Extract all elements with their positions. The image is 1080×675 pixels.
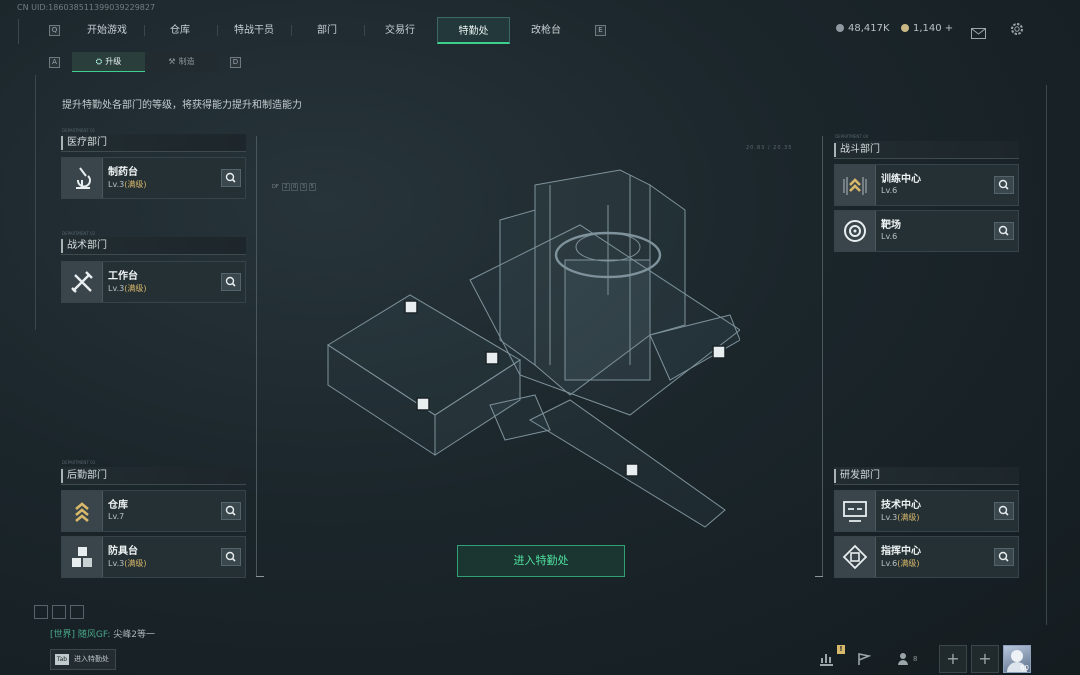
flag-icon[interactable] <box>857 651 872 670</box>
avatar-level: 60 <box>1020 664 1029 672</box>
search-icon[interactable] <box>221 273 241 291</box>
uid-text: CN UID:186038511399039229827 <box>17 3 156 12</box>
facility-card-warehouse[interactable]: 仓库 Lv.7 <box>61 490 246 532</box>
boxes-icon <box>62 537 103 577</box>
page-description: 提升特勤处各部门的等级，将获得能力提升和制造能力 <box>62 100 302 111</box>
tab-special-ops[interactable]: 特勤处 <box>437 17 510 44</box>
facility-level: Lv.6 <box>881 232 898 241</box>
upgrade-icon: ⛭ <box>95 57 103 66</box>
top-nav: Q 开始游戏 仓库 特战干员 部门 交易行 特勤处 改枪台 E <box>48 17 612 44</box>
frame-corner <box>815 576 823 577</box>
view-toggle-icons <box>34 604 84 623</box>
search-icon[interactable] <box>221 502 241 520</box>
player-avatar[interactable]: 60 <box>1003 645 1031 673</box>
gold-coin-icon <box>901 24 909 32</box>
hq-building-hologram <box>327 169 740 528</box>
facility-name: 防具台 <box>108 546 138 557</box>
tab-department[interactable]: 部门 <box>292 17 362 44</box>
facility-level: Lv.6 <box>881 186 898 195</box>
facility-card-workbench[interactable]: 工作台 Lv.3(满级) <box>61 261 246 303</box>
facility-level: Lv.3(满级) <box>108 180 147 189</box>
silver-currency[interactable]: 48,417K <box>836 23 890 34</box>
frame-line <box>35 75 36 330</box>
world-chat-line[interactable]: [世界] 随风GF: 尖峰2等一 <box>50 627 155 640</box>
craft-icon: ⚒ <box>168 57 176 66</box>
notification-badge: ! <box>837 645 845 654</box>
search-icon[interactable] <box>221 548 241 566</box>
tab-key: Tab <box>55 654 69 665</box>
microscope-icon <box>62 158 103 198</box>
settings-gear-icon[interactable] <box>1009 21 1025 41</box>
search-icon[interactable] <box>994 502 1014 520</box>
section-title-research: 研发部门 <box>834 467 1019 485</box>
facility-name: 工作台 <box>108 271 138 282</box>
facility-name: 靶场 <box>881 220 901 231</box>
facility-level: Lv.3(满级) <box>108 559 147 568</box>
silver-coin-icon <box>836 24 844 32</box>
tab-gunsmith[interactable]: 改枪台 <box>511 17 581 44</box>
facility-name: 制药台 <box>108 167 138 178</box>
key-hint-a: A <box>49 57 60 68</box>
circuit-board-icon <box>835 491 876 531</box>
facility-name: 指挥中心 <box>881 546 921 557</box>
search-icon[interactable] <box>994 222 1014 240</box>
facility-level: Lv.6(满级) <box>881 559 920 568</box>
frame-line <box>256 136 257 576</box>
section-title-combat: 战斗部门 <box>834 141 1019 159</box>
facility-level: Lv.3(满级) <box>881 513 920 522</box>
section-tag: DEPARTMENT 02 <box>62 231 96 236</box>
section-tag: DEPARTMENT 01 <box>62 128 96 133</box>
coords-readout: 20.83 / 20.35 <box>746 145 793 151</box>
tab-trading[interactable]: 交易行 <box>365 17 435 44</box>
frame-corner <box>256 576 264 577</box>
rank-wings-icon <box>835 165 876 205</box>
rank-chevron-icon <box>62 491 103 531</box>
facility-card-training-center[interactable]: 训练中心 Lv.6 <box>834 164 1019 206</box>
facility-name: 仓库 <box>108 500 128 511</box>
subtab-upgrade[interactable]: ⛭ 升级 <box>72 52 145 72</box>
facility-level: Lv.3(满级) <box>108 284 147 293</box>
tab-operators[interactable]: 特战干员 <box>218 17 290 44</box>
tab-warehouse[interactable]: 仓库 <box>145 17 215 44</box>
section-tag: DEPARTMENT 04 <box>835 134 869 139</box>
add-slot-button[interactable]: + <box>939 645 967 673</box>
friends-count: 8 <box>913 655 918 663</box>
frame-line <box>1046 85 1047 625</box>
add-slot-button[interactable]: + <box>971 645 999 673</box>
frame-line <box>18 19 19 44</box>
search-icon[interactable] <box>994 176 1014 194</box>
facility-card-armor-bench[interactable]: 防具台 Lv.3(满级) <box>61 536 246 578</box>
facility-card-shooting-range[interactable]: 靶场 Lv.6 <box>834 210 1019 252</box>
stats-chart-icon[interactable] <box>818 650 834 670</box>
section-title-logistics: 后勤部门 <box>61 467 246 485</box>
subtab-craft[interactable]: ⚒ 制造 <box>145 52 218 72</box>
facility-card-tech-center[interactable]: 技术中心 Lv.3(满级) <box>834 490 1019 532</box>
friends-icon[interactable] <box>897 651 911 670</box>
facility-card-pharmacy[interactable]: 制药台 Lv.3(满级) <box>61 157 246 199</box>
search-icon[interactable] <box>221 169 241 187</box>
search-icon[interactable] <box>994 548 1014 566</box>
gold-currency[interactable]: 1,140 + <box>901 23 953 34</box>
tab-start-game[interactable]: 开始游戏 <box>72 17 142 44</box>
df-readout: DF 2 0 3 5 <box>272 183 316 191</box>
facility-name: 训练中心 <box>881 174 921 185</box>
target-icon <box>835 211 876 251</box>
facility-card-command-center[interactable]: 指挥中心 Lv.6(满级) <box>834 536 1019 578</box>
tools-icon <box>62 262 103 302</box>
chip-icon <box>835 537 876 577</box>
enter-special-ops-button[interactable]: 进入特勤处 <box>457 545 625 577</box>
section-title-medical: 医疗部门 <box>61 134 246 152</box>
frame-line <box>822 136 823 576</box>
section-title-tactical: 战术部门 <box>61 237 246 255</box>
facility-name: 技术中心 <box>881 500 921 511</box>
tab-enter-hint-button[interactable]: Tab 进入特勤处 <box>50 649 116 670</box>
key-hint-e: E <box>595 25 606 36</box>
key-hint-d: D <box>230 57 241 68</box>
section-tag: DEPARTMENT 03 <box>62 460 96 465</box>
facility-level: Lv.7 <box>108 512 125 521</box>
key-hint-q: Q <box>49 25 60 36</box>
mail-icon[interactable] <box>971 24 986 43</box>
